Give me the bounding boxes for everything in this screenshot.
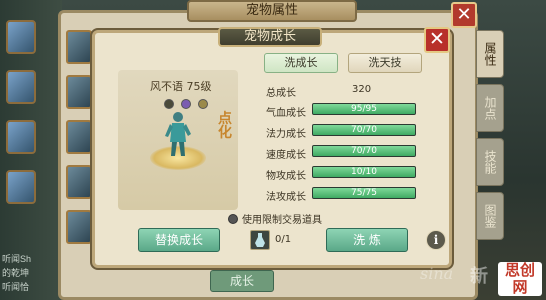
bar-value: 70/70 [351, 146, 377, 156]
watermark-latin: sina [420, 264, 454, 283]
info-button[interactable]: i [426, 230, 446, 250]
magic-attack-growth-bar: 75/75 [312, 187, 416, 199]
total-growth-value: 320 [352, 84, 372, 95]
stat-label: 物攻成长 [266, 171, 306, 182]
speed-growth-bar: 70/70 [312, 145, 416, 157]
total-growth-label: 总成长 [266, 88, 296, 99]
bar-value: 95/95 [351, 104, 377, 114]
tab-codex[interactable]: 图鉴 [476, 192, 504, 240]
side-tab-bar: 属性 加点 技能 图鉴 [476, 30, 504, 270]
bar-value: 10/10 [351, 167, 377, 177]
watermark-cn: 新 [470, 266, 488, 287]
dialog-close-button[interactable]: ✕ [424, 27, 450, 53]
item-count: 0/1 [275, 234, 292, 245]
chat-line: 听闻Sh [2, 254, 32, 264]
chat-line: 听闻恰 [2, 282, 30, 292]
close-icon: ✕ [429, 28, 445, 50]
pet-model [165, 112, 191, 156]
item-slot[interactable] [250, 230, 270, 250]
stat-label: 速度成长 [266, 150, 306, 161]
close-icon: ✕ [456, 4, 472, 25]
pet-awakened-mark: 点化 [218, 111, 232, 141]
pet-list-item[interactable] [66, 120, 92, 154]
potion-icon [255, 233, 265, 247]
brand-logo: 思创网 [498, 262, 542, 296]
hp-growth-bar: 95/95 [312, 103, 416, 115]
pet-list-item[interactable] [66, 30, 92, 64]
party-avatar[interactable] [6, 70, 36, 104]
stat-label: 法力成长 [266, 129, 306, 140]
window-close-button[interactable]: ✕ [451, 2, 477, 28]
bar-value: 75/75 [351, 188, 377, 198]
checkbox-indicator[interactable] [228, 214, 238, 224]
element-icon [198, 99, 209, 109]
tab-wash-growth[interactable]: 洗成长 [264, 53, 338, 73]
pet-list-item[interactable] [66, 210, 92, 244]
party-avatar[interactable] [6, 20, 36, 54]
chat-line: 的乾坤 [2, 268, 30, 278]
tab-skills[interactable]: 技能 [476, 138, 504, 186]
restricted-item-checkbox[interactable]: 使用限制交易道具 [228, 211, 322, 226]
party-avatar[interactable] [6, 120, 36, 154]
info-icon: i [433, 233, 439, 247]
pet-name: 风不语 75级 [150, 80, 212, 93]
growth-tab-button[interactable]: 成长 [210, 270, 274, 292]
tab-wash-talent[interactable]: 洗天技 [348, 53, 422, 73]
tab-attributes[interactable]: 属性 [476, 30, 504, 78]
dialog-title: 宠物成长 [218, 27, 322, 47]
pet-list-item[interactable] [66, 75, 92, 109]
replace-growth-button[interactable]: 替换成长 [138, 228, 220, 252]
pet-list-item[interactable] [66, 165, 92, 199]
phys-attack-growth-bar: 10/10 [312, 166, 416, 178]
checkbox-label: 使用限制交易道具 [242, 215, 322, 226]
bar-value: 70/70 [351, 125, 377, 135]
stat-label: 法攻成长 [266, 192, 306, 203]
element-icon [164, 99, 174, 109]
left-party-strip: 听闻Sh 的乾坤 听闻恰 [0, 0, 62, 300]
window-title: 宠物属性 [187, 0, 357, 22]
tab-points[interactable]: 加点 [476, 84, 504, 132]
wash-button[interactable]: 洗 炼 [326, 228, 408, 252]
element-icon [181, 99, 192, 109]
mp-growth-bar: 70/70 [312, 124, 416, 136]
stat-label: 气血成长 [266, 108, 306, 119]
party-avatar[interactable] [6, 170, 36, 204]
